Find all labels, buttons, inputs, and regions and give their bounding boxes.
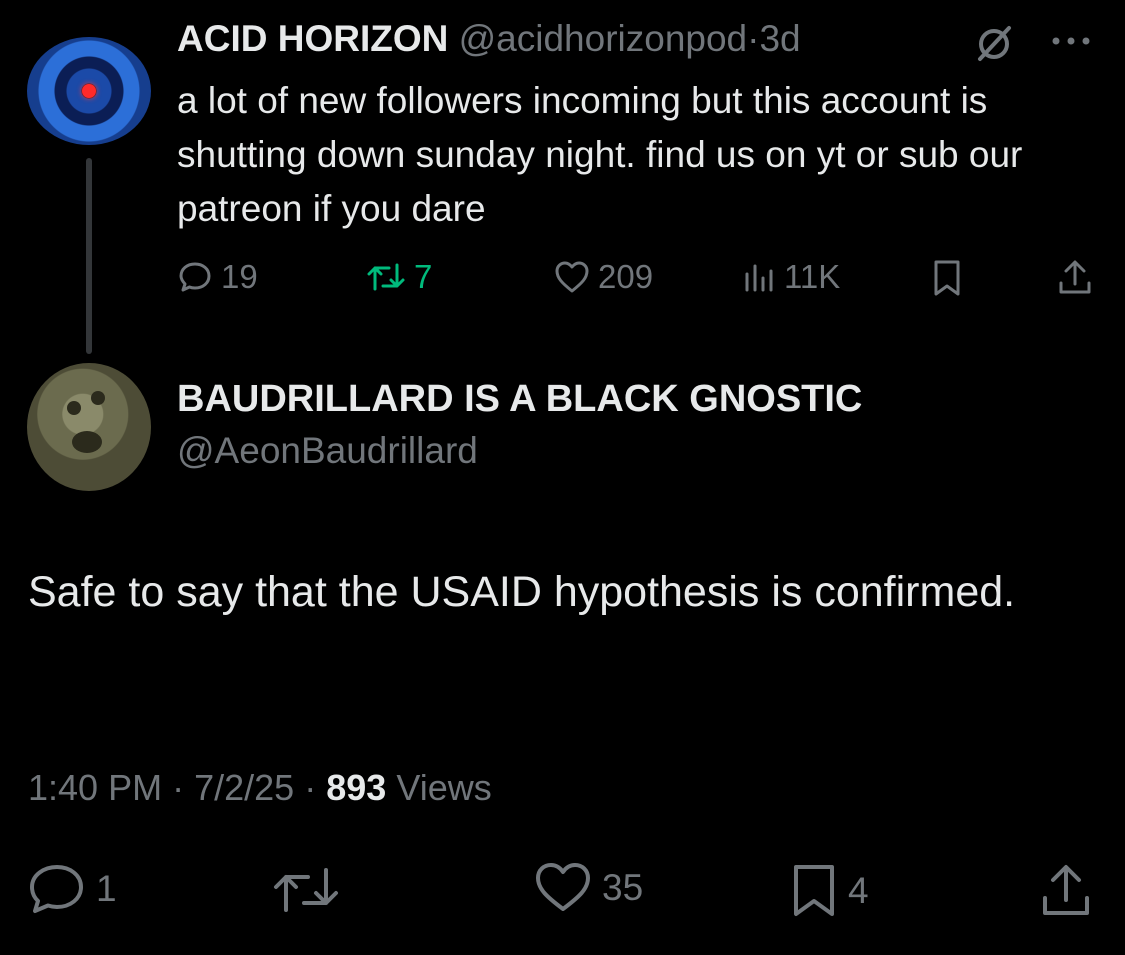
like-icon bbox=[536, 863, 590, 911]
views-button[interactable]: 11K bbox=[742, 258, 840, 296]
separator: · bbox=[304, 767, 317, 808]
reply-button[interactable]: 1 bbox=[28, 862, 117, 916]
like-button[interactable]: 35 bbox=[534, 862, 643, 914]
like-count: 35 bbox=[602, 867, 644, 908]
bookmark-button[interactable]: 4 bbox=[790, 862, 869, 920]
separator: · bbox=[172, 767, 185, 808]
bookmark-icon bbox=[794, 865, 834, 916]
share-icon bbox=[1059, 260, 1091, 294]
timestamp[interactable]: 3d bbox=[759, 18, 800, 59]
author-name[interactable]: BAUDRILLARD IS A BLACK GNOSTIC bbox=[177, 378, 862, 421]
thread-line bbox=[86, 158, 92, 354]
repost-icon bbox=[274, 868, 338, 912]
author-name[interactable]: ACID HORIZON bbox=[177, 18, 448, 59]
tweet-time[interactable]: 1:40 PM bbox=[28, 767, 162, 808]
avatar[interactable] bbox=[27, 363, 151, 491]
parent-tweet-text: a lot of new followers incoming but this… bbox=[177, 80, 1023, 229]
avatar-detail bbox=[67, 401, 81, 415]
like-icon bbox=[555, 261, 589, 293]
bookmark-button[interactable] bbox=[930, 258, 964, 298]
more-icon[interactable] bbox=[1048, 26, 1094, 61]
author-handle[interactable]: @acidhorizonpod bbox=[459, 18, 748, 59]
share-icon bbox=[1043, 865, 1089, 915]
repost-button[interactable] bbox=[270, 862, 342, 918]
reply-button[interactable]: 19 bbox=[177, 258, 258, 296]
like-count: 209 bbox=[598, 258, 654, 295]
avatar-detail bbox=[91, 391, 105, 405]
tweet-text: Safe to say that the USAID hypothesis is… bbox=[28, 568, 1016, 616]
tweet-meta: 1:40 PM · 7/2/25 · 893 Views bbox=[28, 767, 492, 809]
repost-button[interactable]: 7 bbox=[366, 258, 432, 296]
share-button[interactable] bbox=[1057, 258, 1093, 296]
views-icon bbox=[745, 264, 773, 292]
bookmark-icon bbox=[934, 260, 960, 296]
reply-count: 1 bbox=[96, 868, 117, 909]
reply-icon bbox=[30, 865, 83, 913]
parent-tweet-header: ACID HORIZON @acidhorizonpod·3d bbox=[177, 18, 801, 60]
grok-icon[interactable] bbox=[972, 22, 1016, 71]
eye-pupil bbox=[82, 84, 96, 98]
reply-count: 19 bbox=[221, 258, 258, 295]
view-count: 11K bbox=[784, 258, 841, 295]
repost-icon bbox=[367, 263, 405, 291]
share-button[interactable] bbox=[1040, 862, 1092, 918]
author-handle[interactable]: @AeonBaudrillard bbox=[177, 430, 478, 472]
bookmark-count: 4 bbox=[848, 870, 869, 911]
separator: · bbox=[747, 18, 760, 59]
repost-count: 7 bbox=[414, 258, 433, 295]
reply-icon bbox=[179, 262, 211, 292]
avatar-detail bbox=[72, 431, 102, 453]
like-button[interactable]: 209 bbox=[554, 258, 653, 296]
tweet-date[interactable]: 7/2/25 bbox=[194, 767, 294, 808]
views-count: 893 bbox=[326, 767, 387, 808]
avatar[interactable] bbox=[27, 37, 151, 145]
views-label: Views bbox=[396, 767, 492, 808]
